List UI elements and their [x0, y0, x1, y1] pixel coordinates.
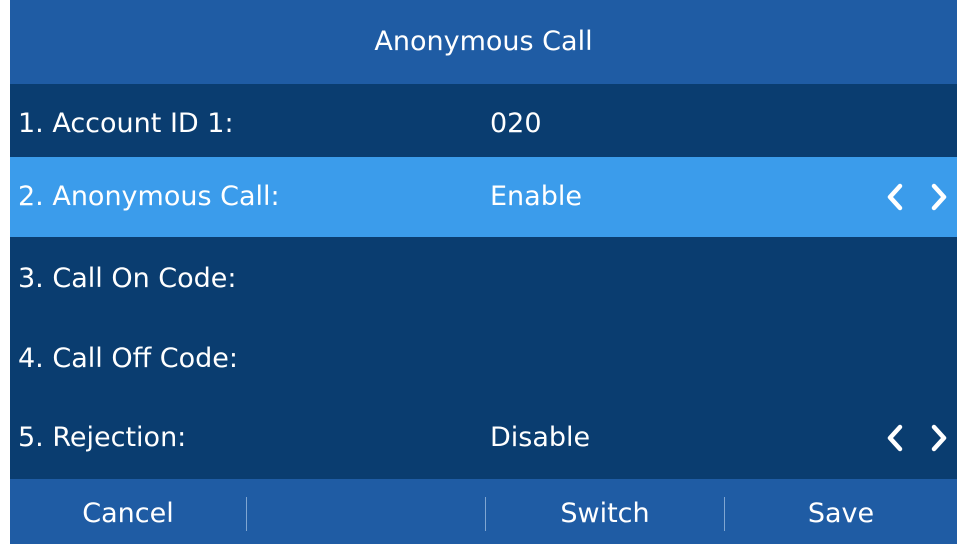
- row-value: Disable: [490, 422, 591, 453]
- switch-softkey[interactable]: Switch: [486, 479, 724, 544]
- row-label: 5. Rejection:: [18, 422, 187, 453]
- empty-softkey[interactable]: [247, 479, 485, 544]
- row-call-on-code[interactable]: 3. Call On Code:: [10, 239, 957, 319]
- option-switcher[interactable]: [885, 157, 949, 237]
- row-account-id[interactable]: 1. Account ID 1: 020: [10, 84, 957, 164]
- row-label: 1. Account ID 1:: [18, 108, 234, 139]
- cancel-softkey[interactable]: Cancel: [10, 479, 246, 544]
- softkey-bar: Cancel Switch Save: [10, 479, 957, 544]
- row-value: 020: [490, 108, 542, 139]
- chevron-right-icon[interactable]: [929, 182, 949, 212]
- chevron-left-icon[interactable]: [885, 182, 905, 212]
- row-label: 4. Call Off Code:: [18, 343, 238, 374]
- row-rejection[interactable]: 5. Rejection: Disable: [10, 398, 957, 478]
- row-label: 2. Anonymous Call:: [18, 181, 280, 212]
- row-call-off-code[interactable]: 4. Call Off Code:: [10, 319, 957, 399]
- title-bar: Anonymous Call: [10, 0, 957, 84]
- chevron-left-icon[interactable]: [885, 423, 905, 453]
- page-title: Anonymous Call: [374, 26, 593, 57]
- row-anonymous-call[interactable]: 2. Anonymous Call: Enable: [10, 157, 957, 237]
- option-switcher[interactable]: [885, 398, 949, 478]
- row-label: 3. Call On Code:: [18, 263, 237, 294]
- phone-screen: Anonymous Call 1. Account ID 1: 020 2. A…: [10, 0, 957, 544]
- chevron-right-icon[interactable]: [929, 423, 949, 453]
- row-value: Enable: [490, 181, 582, 212]
- save-softkey[interactable]: Save: [725, 479, 957, 544]
